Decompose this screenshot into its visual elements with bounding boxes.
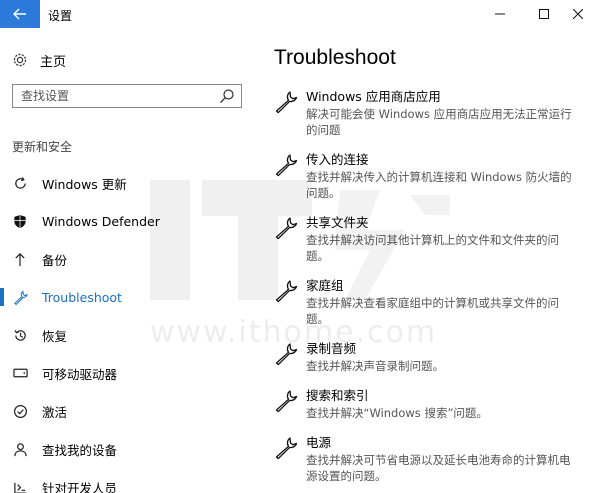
title-bar: 设置 [0,0,600,28]
sidebar-item-recovery[interactable]: 恢复 [0,316,262,354]
sidebar-item-label: Windows Defender [42,213,160,229]
wrench-icon [12,289,28,305]
check-circle-icon [12,403,28,419]
troubleshooter-description: 查找并解决声音录制问题。 [306,359,444,373]
sidebar-item-for-developers[interactable]: 针对开发人员 [0,468,262,493]
sidebar-item-removable-drives[interactable]: 可移动驱动器 [0,354,262,392]
person-icon [12,441,28,457]
troubleshooter-windows-store-apps[interactable]: Windows 应用商店应用 解决可能会使 Windows 应用商店应用无法正常… [274,88,594,138]
troubleshooter-title: Windows 应用商店应用 [306,89,441,104]
sidebar-item-label: 针对开发人员 [42,480,118,493]
troubleshooter-search-indexing[interactable]: 搜索和索引 查找并解决“Windows 搜索”问题。 [274,387,594,421]
troubleshooter-recording-audio[interactable]: 录制音频 查找并解决声音录制问题。 [274,340,594,374]
troubleshooter-description: 查找并解决传入的计算机连接和 Windows 防火墙的问题。 [306,170,572,200]
wrench-icon [275,343,298,366]
sidebar-item-label: 查找我的设备 [42,442,118,458]
window-title: 设置 [48,9,73,23]
gear-icon [12,52,28,68]
troubleshooter-title: 录制音频 [306,341,357,356]
main-content: Troubleshoot Windows 应用商店应用 解决可能会使 Windo… [262,28,600,493]
developer-icon [12,479,28,493]
troubleshooter-description: 查找并解决查看家庭组中的计算机或共享文件的问题。 [306,296,559,326]
sidebar: 主页 更新和安全 Windows 更新 Windows Defender 备份 [0,28,262,493]
close-button[interactable] [556,0,600,28]
wrench-icon [275,437,298,460]
troubleshooter-description: 查找并解决访问其他计算机上的文件和文件夹的问题。 [306,233,559,263]
wrench-icon [275,280,298,303]
minimize-icon [495,13,505,15]
wrench-icon [275,91,298,114]
sidebar-item-label: 恢复 [42,328,68,344]
page-title: Troubleshoot [274,46,396,69]
sidebar-item-find-my-device[interactable]: 查找我的设备 [0,430,262,468]
troubleshooter-title: 家庭组 [306,278,344,293]
sidebar-nav: Windows 更新 Windows Defender 备份 Troublesh… [0,164,262,493]
sidebar-item-label: 备份 [42,252,68,268]
search-box[interactable] [12,84,242,108]
minimize-button[interactable] [478,0,522,28]
sidebar-item-label: Troubleshoot [42,289,122,305]
search-input[interactable] [13,85,213,107]
troubleshooter-title: 搜索和索引 [306,388,369,403]
home-label: 主页 [40,54,67,70]
history-icon [12,327,28,343]
sidebar-item-label: 可移动驱动器 [42,366,118,382]
sidebar-item-windows-defender[interactable]: Windows Defender [0,202,262,240]
search-icon[interactable] [219,88,235,104]
back-button[interactable] [0,0,40,28]
sidebar-item-backup[interactable]: 备份 [0,240,262,278]
sidebar-item-label: Windows 更新 [42,176,127,192]
sidebar-home[interactable]: 主页 [12,50,66,70]
troubleshooter-title: 共享文件夹 [306,215,369,230]
sidebar-item-activation[interactable]: 激活 [0,392,262,430]
wrench-icon [275,154,298,177]
troubleshooter-description: 解决可能会使 Windows 应用商店应用无法正常运行的问题 [306,107,572,137]
wrench-icon [275,390,298,413]
section-label: 更新和安全 [12,140,73,154]
close-icon [573,9,583,19]
troubleshooter-incoming-connections[interactable]: 传入的连接 查找并解决传入的计算机连接和 Windows 防火墙的问题。 [274,151,594,201]
sidebar-item-troubleshoot[interactable]: Troubleshoot [0,278,262,316]
troubleshooter-description: 查找并解决“Windows 搜索”问题。 [306,406,488,420]
troubleshooter-power[interactable]: 电源 查找并解决可节省电源以及延长电池寿命的计算机电源设置的问题。 [274,434,594,484]
troubleshooter-title: 电源 [306,435,332,450]
arrow-left-icon [13,8,26,20]
drive-icon [12,365,28,381]
shield-icon [12,213,28,229]
sidebar-item-windows-update[interactable]: Windows 更新 [0,164,262,202]
maximize-icon [539,9,549,19]
arrow-up-icon [12,251,28,267]
refresh-icon [12,175,28,191]
troubleshooter-title: 传入的连接 [306,152,369,167]
troubleshooter-shared-folders[interactable]: 共享文件夹 查找并解决访问其他计算机上的文件和文件夹的问题。 [274,214,594,264]
troubleshooter-description: 查找并解决可节省电源以及延长电池寿命的计算机电源设置的问题。 [306,453,571,483]
sidebar-item-label: 激活 [42,404,68,420]
wrench-icon [275,217,298,240]
troubleshooter-homegroup[interactable]: 家庭组 查找并解决查看家庭组中的计算机或共享文件的问题。 [274,277,594,327]
